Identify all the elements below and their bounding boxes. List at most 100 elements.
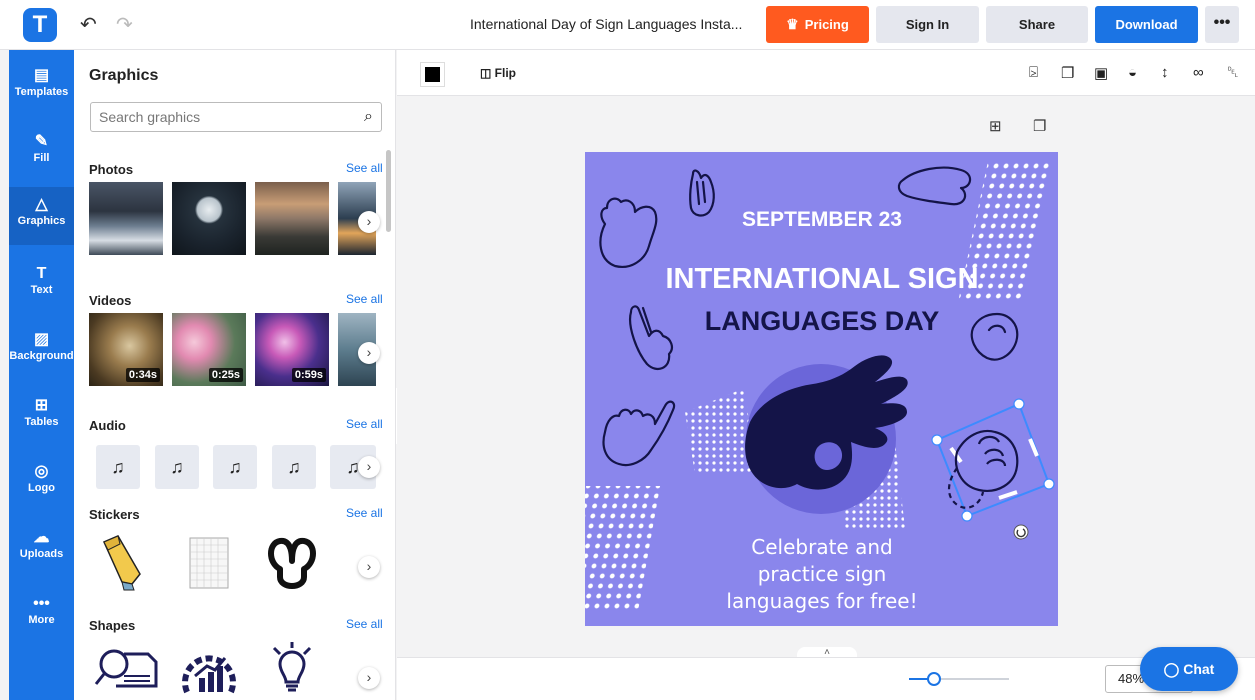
search-icon[interactable]: ⌕: [364, 108, 373, 126]
stickers-see-all-link[interactable]: See all: [346, 506, 383, 520]
delete-icon[interactable]: ␡: [1227, 64, 1239, 81]
share-button[interactable]: Share: [986, 6, 1088, 43]
chat-label: Chat: [1183, 661, 1215, 677]
duplicate-icon[interactable]: ❐: [1061, 64, 1074, 82]
date-text: SEPTEMBER 23: [742, 208, 902, 231]
graphics-panel: Graphics ⌕ Photos See all › Videos See a…: [74, 50, 396, 700]
duplicate-page-icon[interactable]: ❐: [1033, 117, 1046, 135]
rail-item-background[interactable]: ▨ Background: [9, 322, 74, 380]
panel-title: Graphics: [89, 67, 159, 84]
videos-see-all-link[interactable]: See all: [346, 292, 383, 306]
title-line-2: LANGUAGES DAY: [705, 306, 940, 336]
tagline-line-1: Celebrate and: [751, 535, 892, 559]
rail-item-logo[interactable]: ◎ Logo: [9, 454, 74, 512]
music-note-icon[interactable]: ♫: [155, 445, 199, 489]
element-toolbar: ◫ Flip ⍄ ❐ ▣ ◒ ↕ ∞ ␡: [397, 50, 1255, 96]
table-icon: ⊞: [34, 397, 49, 414]
pricing-label: Pricing: [804, 17, 849, 32]
audio-next-arrow-icon[interactable]: ›: [358, 456, 380, 478]
shapes-section-title: Shapes: [89, 618, 136, 633]
cloud-upload-icon: ☁: [33, 529, 50, 546]
audio-see-all-link[interactable]: See all: [346, 417, 383, 431]
flip-button[interactable]: ◫ Flip: [480, 66, 516, 80]
crown-icon: ♛: [786, 16, 799, 32]
design-artboard[interactable]: SEPTEMBER 23 INTERNATIONAL SIGN LANGUAGE…: [585, 152, 1058, 626]
rail-item-fill[interactable]: ✎ Fill: [9, 124, 74, 182]
paint-roller-icon[interactable]: ⍄: [1029, 64, 1038, 81]
photos-next-arrow-icon[interactable]: ›: [358, 211, 380, 233]
add-page-icon[interactable]: ⊞: [989, 117, 1002, 135]
app-logo[interactable]: T: [23, 8, 57, 42]
photos-section-title: Photos: [89, 162, 134, 177]
music-note-icon[interactable]: ♫: [213, 445, 257, 489]
sticker-highlighter[interactable]: [96, 532, 156, 592]
videos-section-title: Videos: [89, 293, 132, 308]
video-duration: 0:59s: [291, 368, 326, 382]
flip-label: Flip: [494, 66, 516, 80]
background-icon: ▨: [33, 331, 50, 348]
download-button[interactable]: Download: [1095, 6, 1198, 43]
shapes-see-all-link[interactable]: See all: [346, 617, 383, 631]
pricing-button[interactable]: ♛ Pricing: [766, 6, 869, 43]
video-thumbnail-forest[interactable]: 0:34s: [89, 313, 163, 386]
stickers-next-arrow-icon[interactable]: ›: [358, 556, 380, 578]
videos-next-arrow-icon[interactable]: ›: [358, 342, 380, 364]
photo-thumbnail-moon-road[interactable]: [172, 182, 246, 255]
sign-in-button[interactable]: Sign In: [876, 6, 979, 43]
color-swatch-fill: [425, 67, 440, 82]
rail-label: Uploads: [19, 548, 64, 560]
rail-item-text[interactable]: T Text: [9, 256, 74, 314]
rail-item-more[interactable]: ••• More: [9, 586, 74, 644]
stickers-section-title: Stickers: [89, 507, 140, 522]
rail-item-graphics[interactable]: △ Graphics: [9, 187, 74, 245]
search-input[interactable]: [91, 103, 341, 131]
sticker-grid-paper[interactable]: [189, 537, 229, 589]
rail-label: Logo: [28, 482, 55, 494]
shapes-next-arrow-icon[interactable]: ›: [358, 667, 380, 689]
rail-label: Templates: [14, 86, 69, 98]
more-options-button[interactable]: •••: [1205, 6, 1239, 43]
photo-thumbnail-misty-forest[interactable]: [255, 182, 329, 255]
shape-search-document[interactable]: [94, 646, 158, 690]
rail-item-uploads[interactable]: ☁ Uploads: [9, 520, 74, 578]
layer-order-icon[interactable]: ▣: [1094, 64, 1108, 82]
photos-see-all-link[interactable]: See all: [346, 161, 383, 175]
shapes-icon: △: [35, 196, 48, 213]
title-line-1: INTERNATIONAL SIGN: [665, 263, 978, 295]
video-duration: 0:34s: [125, 368, 160, 382]
undo-icon[interactable]: ↶: [80, 12, 97, 37]
video-thumbnail-ink-cloud[interactable]: 0:59s: [255, 313, 329, 386]
shape-gear-chart[interactable]: [179, 642, 239, 694]
align-icon[interactable]: ↕: [1161, 64, 1169, 81]
chat-button[interactable]: ◯ Chat: [1140, 647, 1238, 691]
photo-thumbnail-stormy-sea[interactable]: [89, 182, 163, 255]
rail-item-tables[interactable]: ⊞ Tables: [9, 388, 74, 446]
top-bar: T ↶ ↷ International Day of Sign Language…: [0, 0, 1255, 50]
rotate-handle-icon: [1013, 524, 1029, 540]
music-note-icon[interactable]: ♫: [272, 445, 316, 489]
rail-label: More: [28, 614, 55, 626]
zoom-slider-handle[interactable]: [927, 672, 941, 686]
color-picker-button[interactable]: [420, 62, 445, 87]
shape-light-bulb[interactable]: [270, 642, 314, 694]
panel-scrollbar[interactable]: [386, 150, 391, 232]
pencil-icon: ✎: [34, 133, 49, 150]
tagline-line-3: languages for free!: [726, 589, 917, 613]
video-duration: 0:25s: [208, 368, 243, 382]
rail-label: Text: [30, 284, 53, 296]
templates-icon: ▤: [33, 67, 50, 84]
logo-icon: ◎: [34, 463, 49, 480]
redo-icon[interactable]: ↷: [116, 12, 133, 37]
more-icon: •••: [33, 595, 50, 612]
text-icon: T: [36, 265, 47, 282]
tagline-line-2: practice sign: [758, 562, 887, 586]
music-note-icon[interactable]: ♫: [96, 445, 140, 489]
sticker-loop-symbol[interactable]: [262, 533, 322, 593]
search-box: ⌕: [90, 102, 382, 132]
rail-item-templates[interactable]: ▤ Templates: [9, 58, 74, 116]
rail-label: Background: [9, 350, 74, 362]
video-thumbnail-blossoms[interactable]: 0:25s: [172, 313, 246, 386]
link-icon[interactable]: ∞: [1193, 64, 1204, 81]
document-title[interactable]: International Day of Sign Languages Inst…: [470, 16, 742, 32]
opacity-icon[interactable]: ◒: [1128, 64, 1137, 81]
